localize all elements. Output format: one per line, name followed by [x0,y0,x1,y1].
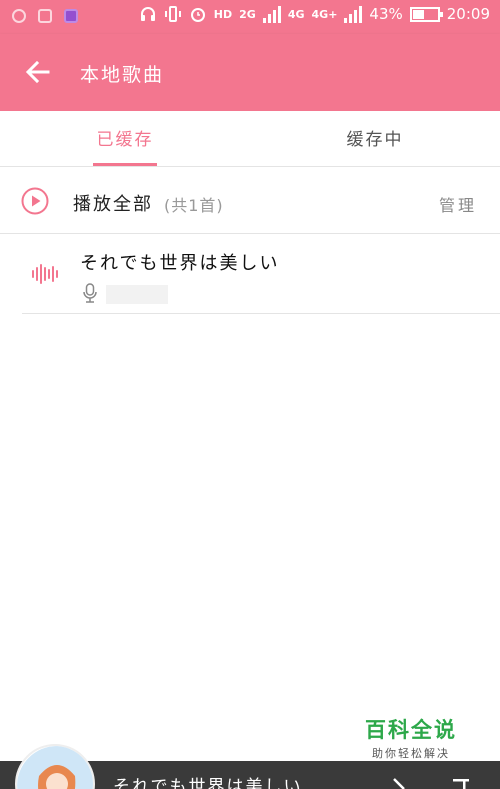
play-all-row[interactable]: 播放全部 (共1首) 管理 [0,168,500,234]
album-art-image [17,746,93,789]
status-bar: HD 2G 4G 4G+ 43% 20:09 [0,0,500,34]
tab-caching[interactable]: 缓存中 [250,111,500,167]
notification-icon [12,9,26,23]
battery-icon [409,6,443,22]
song-title: それでも世界は美しい [80,253,280,274]
alarm-icon [190,8,205,22]
battery-percent: 43% [369,5,403,23]
watermark: 百科全说 助你轻松解决 [354,712,468,763]
tab-bar: 已缓存 缓存中 [0,111,500,167]
signal-icon [262,5,281,23]
wechat-icon [38,9,52,23]
network-4g-label: 4G [287,7,305,21]
notification-icons [12,9,78,23]
player-song-title: それでも世界は美しい [113,777,303,789]
play-circle-icon[interactable] [21,187,49,215]
singer-name [106,285,168,304]
network-2g-label: 2G [239,7,256,21]
song-list-item[interactable]: それでも世界は美しい [22,235,500,314]
tab-cached[interactable]: 已缓存 [0,111,250,167]
signal-icon [344,5,363,23]
player-play-icon[interactable] [392,777,406,789]
playing-wave-icon [32,263,58,285]
watermark-title: 百科全说 [365,718,457,742]
back-arrow-icon[interactable] [22,56,54,88]
clock: 20:09 [446,5,490,23]
microphone-icon [83,283,97,303]
watermark-subtitle: 助你轻松解决 [372,747,450,760]
vibrate-icon [164,6,181,22]
app-header: 本地歌曲 [0,34,500,111]
headphones-icon [140,7,155,21]
tab-indicator [93,163,157,166]
manage-button[interactable]: 管理 [439,192,477,216]
hd-label: HD [213,7,233,21]
playlist-icon[interactable] [453,777,473,789]
gallery-icon [64,9,78,23]
page-title: 本地歌曲 [80,64,165,86]
network-4g-plus-label: 4G+ [311,7,338,21]
song-count: (共1首) [164,196,224,215]
system-status: HD 2G 4G 4G+ 43% 20:09 [139,5,490,23]
album-art-avatar[interactable] [15,744,95,789]
play-all-label[interactable]: 播放全部 [73,190,153,216]
